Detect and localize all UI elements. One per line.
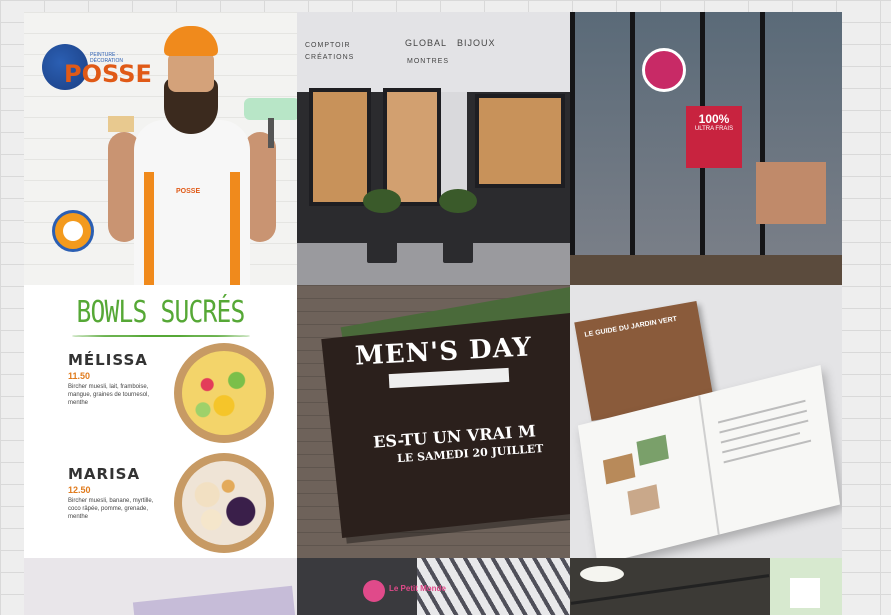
sign-word: BIJOUX: [457, 38, 496, 48]
dish-description: Bircher muesli, banane, myrtille, coco r…: [68, 498, 154, 520]
tile-mens-day-flyer[interactable]: MEN'S DAY ES-TU UN VRAI M LE SAMEDI 20 J…: [297, 285, 570, 558]
sign-word: COMPTOIR: [305, 42, 351, 49]
store-logo-icon: [642, 48, 686, 92]
tile-partial-3[interactable]: [570, 558, 842, 615]
paint-roller-icon: [244, 98, 297, 120]
menu-title-underline: [72, 335, 250, 337]
tile-painter-ad[interactable]: POSSE PEINTURE · DÉCORATION POSSE: [24, 12, 297, 285]
menu-title: BOWLS SUCRÉS: [76, 295, 246, 330]
dish-name: MARISA: [68, 465, 141, 483]
poster-caption: ULTRA FRAIS: [694, 126, 734, 132]
quality-badge-icon: [52, 210, 94, 252]
tile-partial-2[interactable]: Le Petit Monde: [297, 558, 570, 615]
dish-name: MÉLISSA: [68, 351, 148, 369]
shop-window: [475, 94, 565, 188]
shop-window: [309, 88, 371, 206]
ceiling-lamp-icon: [580, 566, 624, 582]
tile-book-mockup[interactable]: LE GUIDE DU JARDIN VERT: [570, 285, 842, 558]
tile-glass-storefront[interactable]: 100% ULTRA FRAIS: [570, 12, 842, 285]
paint-brush-icon: [108, 116, 134, 132]
shop-floor: [297, 243, 570, 285]
planter-icon: [439, 189, 477, 263]
sign-word: MONTRES: [407, 58, 449, 65]
sign-word: CRÉATIONS: [305, 54, 355, 61]
book-cover-title: LE GUIDE DU JARDIN VERT: [584, 315, 678, 339]
dish-description: Bircher muesli, lait, framboise, mangue,…: [68, 384, 150, 406]
planter-icon: [363, 189, 401, 263]
tile-partial-1[interactable]: [24, 558, 297, 615]
bakery-shelf: [756, 162, 826, 224]
shop-pillar: [441, 92, 467, 202]
tile-bowls-menu[interactable]: BOWLS SUCRÉS MÉLISSA 11.50 Bircher muesl…: [24, 285, 297, 558]
sign-word: GLOBAL: [405, 38, 448, 48]
bowl-image: [174, 343, 274, 443]
apron-logo-text: POSSE: [176, 188, 201, 195]
dish-price: 12.50: [68, 485, 91, 495]
helmet-icon: [164, 26, 218, 56]
fresh-poster: 100% ULTRA FRAIS: [686, 106, 742, 168]
painter-figure: POSSE: [104, 22, 297, 285]
poster-percent: 100%: [698, 112, 730, 126]
bowl-image: [174, 453, 274, 553]
tile-jewelry-shopfront[interactable]: COMPTOIR GLOBAL BIJOUX MONTRES CRÉATIONS: [297, 12, 570, 285]
shop-door: [383, 88, 441, 206]
portfolio-grid: POSSE PEINTURE · DÉCORATION POSSE COMPTO…: [24, 12, 842, 615]
store-floor: [570, 255, 842, 285]
dish-price: 11.50: [68, 371, 91, 381]
store-logo-text: Le Petit Monde: [389, 584, 446, 593]
shop-signage: COMPTOIR GLOBAL BIJOUX MONTRES CRÉATIONS: [297, 12, 570, 92]
pink-logo-icon: [363, 580, 385, 602]
